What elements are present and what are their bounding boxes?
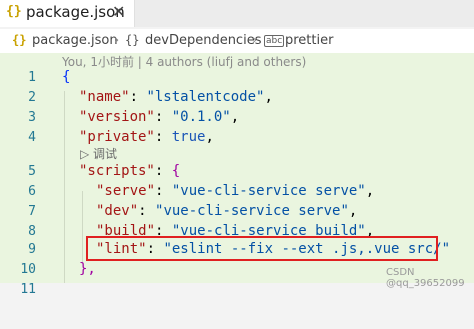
line-number: 5: [28, 164, 36, 179]
breadcrumb-section[interactable]: devDependencies: [145, 33, 261, 48]
json-file-icon: {}: [12, 33, 27, 47]
breadcrumb-property[interactable]: prettier: [285, 33, 333, 48]
json-value: {: [171, 163, 181, 179]
code-line: 5 "scripts": {: [0, 163, 474, 183]
close-icon[interactable]: ✕: [112, 2, 125, 21]
json-key: "private": [79, 129, 155, 145]
line-number: 9: [28, 242, 36, 257]
code-line: 2 "name": "lstalentcode",: [0, 89, 474, 109]
code-line: 1 {: [0, 69, 474, 89]
json-value: "lstalentcode": [146, 89, 265, 105]
line-number: 3: [28, 110, 36, 125]
line-number: 2: [28, 90, 36, 105]
watermark: CSDN @qq_39652099: [386, 267, 465, 289]
object-icon: {}: [125, 33, 140, 47]
code-line: 6 "serve": "vue-cli-service serve",: [0, 183, 474, 203]
code-text: },: [79, 261, 96, 277]
chevron-right-icon: ›: [252, 33, 258, 48]
code-line: 3 "version": "0.1.0",: [0, 109, 474, 129]
line-number: 7: [28, 204, 36, 219]
code-line: 4 "private": true,: [0, 129, 474, 149]
code-text: {: [62, 69, 71, 85]
json-value: true: [171, 129, 206, 145]
line-number: 10: [20, 262, 36, 277]
string-property-icon: abc: [264, 35, 285, 47]
line-number: 1: [28, 70, 36, 85]
json-key: "name": [79, 89, 130, 105]
breadcrumb-file[interactable]: package.json: [32, 33, 118, 48]
line-number: 11: [20, 282, 36, 297]
breadcrumb: {} package.json › {} devDependencies › a…: [0, 29, 474, 53]
json-file-icon: {}: [6, 4, 22, 19]
code-editor[interactable]: You, 1小时前 | 4 authors (liufj and others)…: [0, 53, 474, 297]
highlight-box: [86, 236, 438, 261]
json-key: "scripts": [79, 163, 155, 179]
json-value: "vue-cli-service serve": [171, 183, 366, 199]
tab-label: package.json: [26, 3, 125, 21]
chevron-right-icon: ›: [114, 33, 120, 48]
json-value: "vue-cli-service serve": [155, 203, 349, 219]
line-number: 6: [28, 184, 36, 199]
line-number: 8: [28, 224, 36, 239]
line-number: 4: [28, 130, 36, 145]
tab-bar: {} package.json ✕: [0, 0, 474, 27]
json-key: "dev": [96, 203, 139, 219]
json-key: "serve": [96, 183, 156, 199]
json-value: "0.1.0": [171, 109, 231, 125]
tab-package-json[interactable]: {} package.json ✕: [0, 0, 135, 27]
code-line: 7 "dev": "vue-cli-service serve",: [0, 203, 474, 223]
debug-codelens[interactable]: ▷ 调试: [80, 145, 117, 162]
git-blame-annotation[interactable]: You, 1小时前 | 4 authors (liufj and others): [62, 53, 306, 70]
json-key: "version": [79, 109, 155, 125]
